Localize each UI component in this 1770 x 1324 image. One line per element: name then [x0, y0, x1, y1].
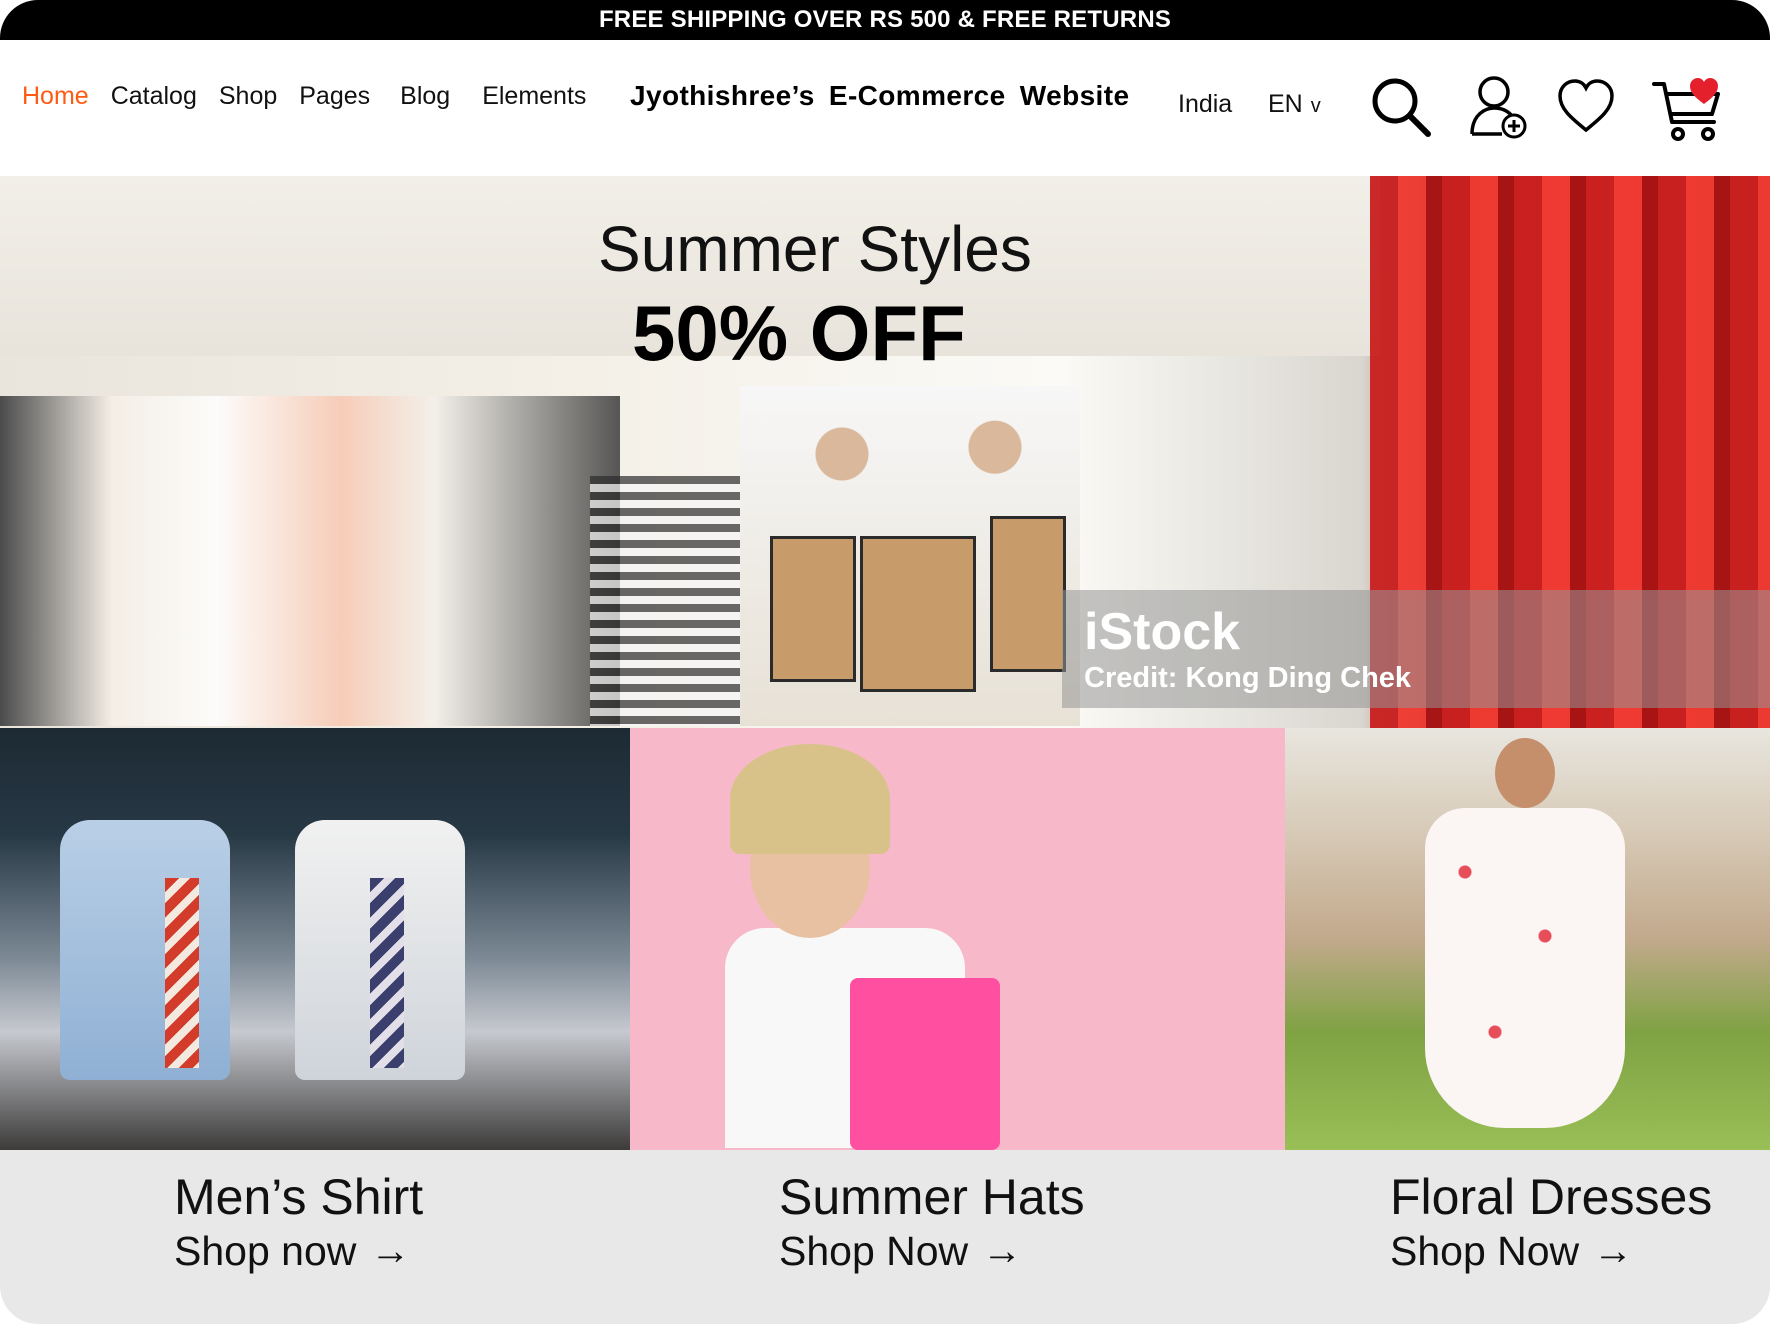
category-title: Floral Dresses	[1390, 1169, 1713, 1225]
tie-display	[370, 878, 404, 1068]
main-nav: Home Catalog Shop Pages Blog Elements	[22, 82, 608, 111]
nav-catalog[interactable]: Catalog	[111, 82, 197, 111]
tie-display	[165, 878, 199, 1068]
cart-badge-heart-icon	[1690, 78, 1718, 104]
category-title: Men’s Shirt	[174, 1169, 424, 1225]
hero-image-striped-rack	[590, 476, 740, 726]
hero-image-shopping-bag	[860, 536, 976, 692]
shop-now-link[interactable]: Shop now →	[174, 1228, 423, 1275]
nav-shop[interactable]: Shop	[219, 82, 277, 111]
shop-now-link[interactable]: Shop Now →	[1390, 1228, 1712, 1275]
promo-bar: FREE SHIPPING OVER RS 500 & FREE RETURNS	[0, 0, 1770, 40]
hero-title: Summer Styles	[598, 213, 1032, 285]
category-tiles: Men’s Shirt Shop now → Summer Hats Shop …	[0, 728, 1770, 1324]
nav-pages[interactable]: Pages	[299, 82, 370, 111]
category-title: Summer Hats	[779, 1169, 1085, 1225]
image-watermark: iStock Credit: Kong Ding Chek	[1062, 590, 1770, 708]
search-icon[interactable]	[1370, 76, 1432, 143]
nav-home[interactable]: Home	[22, 82, 89, 111]
shop-now-label: Shop Now	[779, 1228, 969, 1274]
hero-image-shopping-bag	[990, 516, 1066, 672]
floral-dress	[1425, 808, 1625, 1128]
hero-image-clothing-rack	[0, 396, 620, 726]
hero-discount: 50% OFF	[632, 289, 966, 377]
cart-icon[interactable]	[1652, 74, 1726, 149]
arrow-right-icon: →	[1593, 1229, 1634, 1273]
category-image-floral-dresses[interactable]	[1285, 728, 1770, 1150]
straw-hat	[730, 744, 890, 854]
category-image-summer-hats[interactable]	[630, 728, 1285, 1150]
shop-now-label: Shop Now	[1390, 1228, 1580, 1274]
pink-shopping-bag	[850, 978, 1000, 1150]
shop-now-link[interactable]: Shop Now →	[779, 1228, 1085, 1275]
category-card-summer-hats: Summer Hats Shop Now →	[779, 1168, 1085, 1275]
language-selector[interactable]: EN v	[1268, 90, 1321, 119]
arrow-right-icon: →	[370, 1229, 411, 1273]
watermark-logo: iStock	[1084, 603, 1241, 661]
chevron-down-icon: v	[1310, 95, 1321, 117]
category-image-mens-shirt[interactable]	[0, 728, 630, 1150]
nav-blog[interactable]: Blog	[400, 82, 450, 111]
promo-text: FREE SHIPPING OVER RS 500 & FREE RETURNS	[598, 6, 1172, 33]
heart-icon[interactable]	[1556, 78, 1616, 139]
arrow-right-icon: →	[982, 1229, 1023, 1273]
model-head	[1495, 738, 1555, 808]
hero-banner[interactable]: Summer Styles 50% OFF iStock Credit: Kon…	[0, 176, 1770, 728]
add-user-icon[interactable]	[1468, 74, 1530, 145]
country-selector[interactable]: India	[1178, 90, 1232, 119]
category-card-floral-dresses: Floral Dresses Shop Now →	[1390, 1168, 1712, 1275]
shop-now-label: Shop now	[174, 1228, 357, 1274]
hero-image-shopping-bag	[770, 536, 856, 682]
shirt-display	[60, 820, 230, 1080]
category-card-mens-shirt: Men’s Shirt Shop now →	[174, 1168, 423, 1275]
nav-elements[interactable]: Elements	[482, 82, 586, 111]
brand-title[interactable]: Jyothishree’s E-Commerce Website	[630, 80, 1129, 112]
watermark-credit: Credit: Kong Ding Chek	[1084, 662, 1412, 694]
page-frame: FREE SHIPPING OVER RS 500 & FREE RETURNS…	[0, 0, 1770, 1324]
site-header: Home Catalog Shop Pages Blog Elements Jy…	[0, 40, 1770, 177]
language-label: EN	[1268, 90, 1303, 118]
